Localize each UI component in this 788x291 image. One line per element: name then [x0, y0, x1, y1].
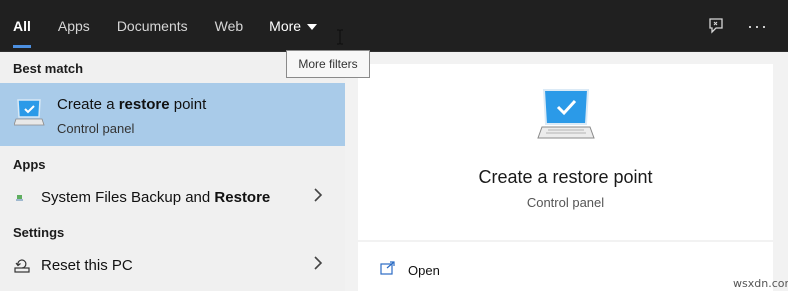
list-item-reset-this-pc[interactable]: Reset this PC	[0, 249, 345, 283]
feedback-icon[interactable]	[707, 17, 725, 35]
chevron-right-icon[interactable]	[313, 187, 323, 208]
best-match-item[interactable]: Create a restore point Control panel	[0, 83, 345, 146]
app-label-prefix: System Files Backup and	[41, 189, 215, 206]
best-match-subtitle: Control panel	[57, 121, 135, 136]
more-options-button[interactable]: ···	[747, 16, 768, 37]
apps-header: Apps	[13, 157, 46, 172]
tab-web-label: Web	[214, 18, 244, 34]
filter-tabs: All Apps Documents Web More	[13, 0, 318, 52]
monitor-checkmark-icon	[13, 99, 46, 132]
text-cursor-icon	[336, 29, 344, 50]
best-match-title-prefix: Create a	[57, 96, 119, 113]
chevron-right-icon[interactable]	[313, 255, 323, 276]
caret-down-icon	[307, 23, 318, 30]
open-action[interactable]: Open	[380, 261, 440, 280]
open-icon	[380, 261, 396, 280]
preview-subtitle: Control panel	[526, 195, 605, 210]
tab-all-label: All	[13, 18, 31, 34]
preview-card: Create a restore point Control panel	[358, 64, 773, 240]
tab-documents[interactable]: Documents	[117, 0, 188, 52]
open-label: Open	[408, 263, 440, 278]
best-match-title: Create a restore point	[57, 96, 206, 113]
actions-card: Open	[358, 242, 773, 291]
watermark: wsxdn.com	[733, 277, 788, 290]
app-label-bold: Restore	[214, 189, 271, 206]
top-right-actions: ···	[707, 0, 768, 52]
tab-documents-label: Documents	[116, 18, 188, 34]
tab-more-label: More	[269, 18, 302, 34]
more-filters-tooltip: More filters	[286, 50, 370, 78]
best-match-header: Best match	[13, 61, 84, 76]
app-icon	[13, 189, 27, 210]
monitor-checkmark-icon	[536, 88, 596, 147]
tab-web[interactable]: Web	[215, 0, 244, 52]
preview-title: Create a restore point	[478, 167, 653, 187]
results-pane: Best match Create a restore point Contro…	[0, 52, 345, 291]
settings-header: Settings	[13, 225, 65, 240]
tab-more[interactable]: More	[269, 0, 318, 52]
list-item-system-files-backup[interactable]: System Files Backup and Restore	[0, 181, 345, 215]
tab-apps[interactable]: Apps	[58, 0, 90, 52]
best-match-title-suffix: point	[169, 96, 207, 113]
reset-icon	[13, 257, 31, 280]
tab-all[interactable]: All	[13, 0, 31, 52]
search-filter-bar: All Apps Documents Web More ···	[0, 0, 788, 52]
list-item-label: Reset this PC	[41, 257, 133, 274]
best-match-title-bold: restore	[118, 96, 170, 113]
tab-apps-label: Apps	[57, 18, 90, 34]
list-item-label: System Files Backup and Restore	[41, 189, 270, 206]
